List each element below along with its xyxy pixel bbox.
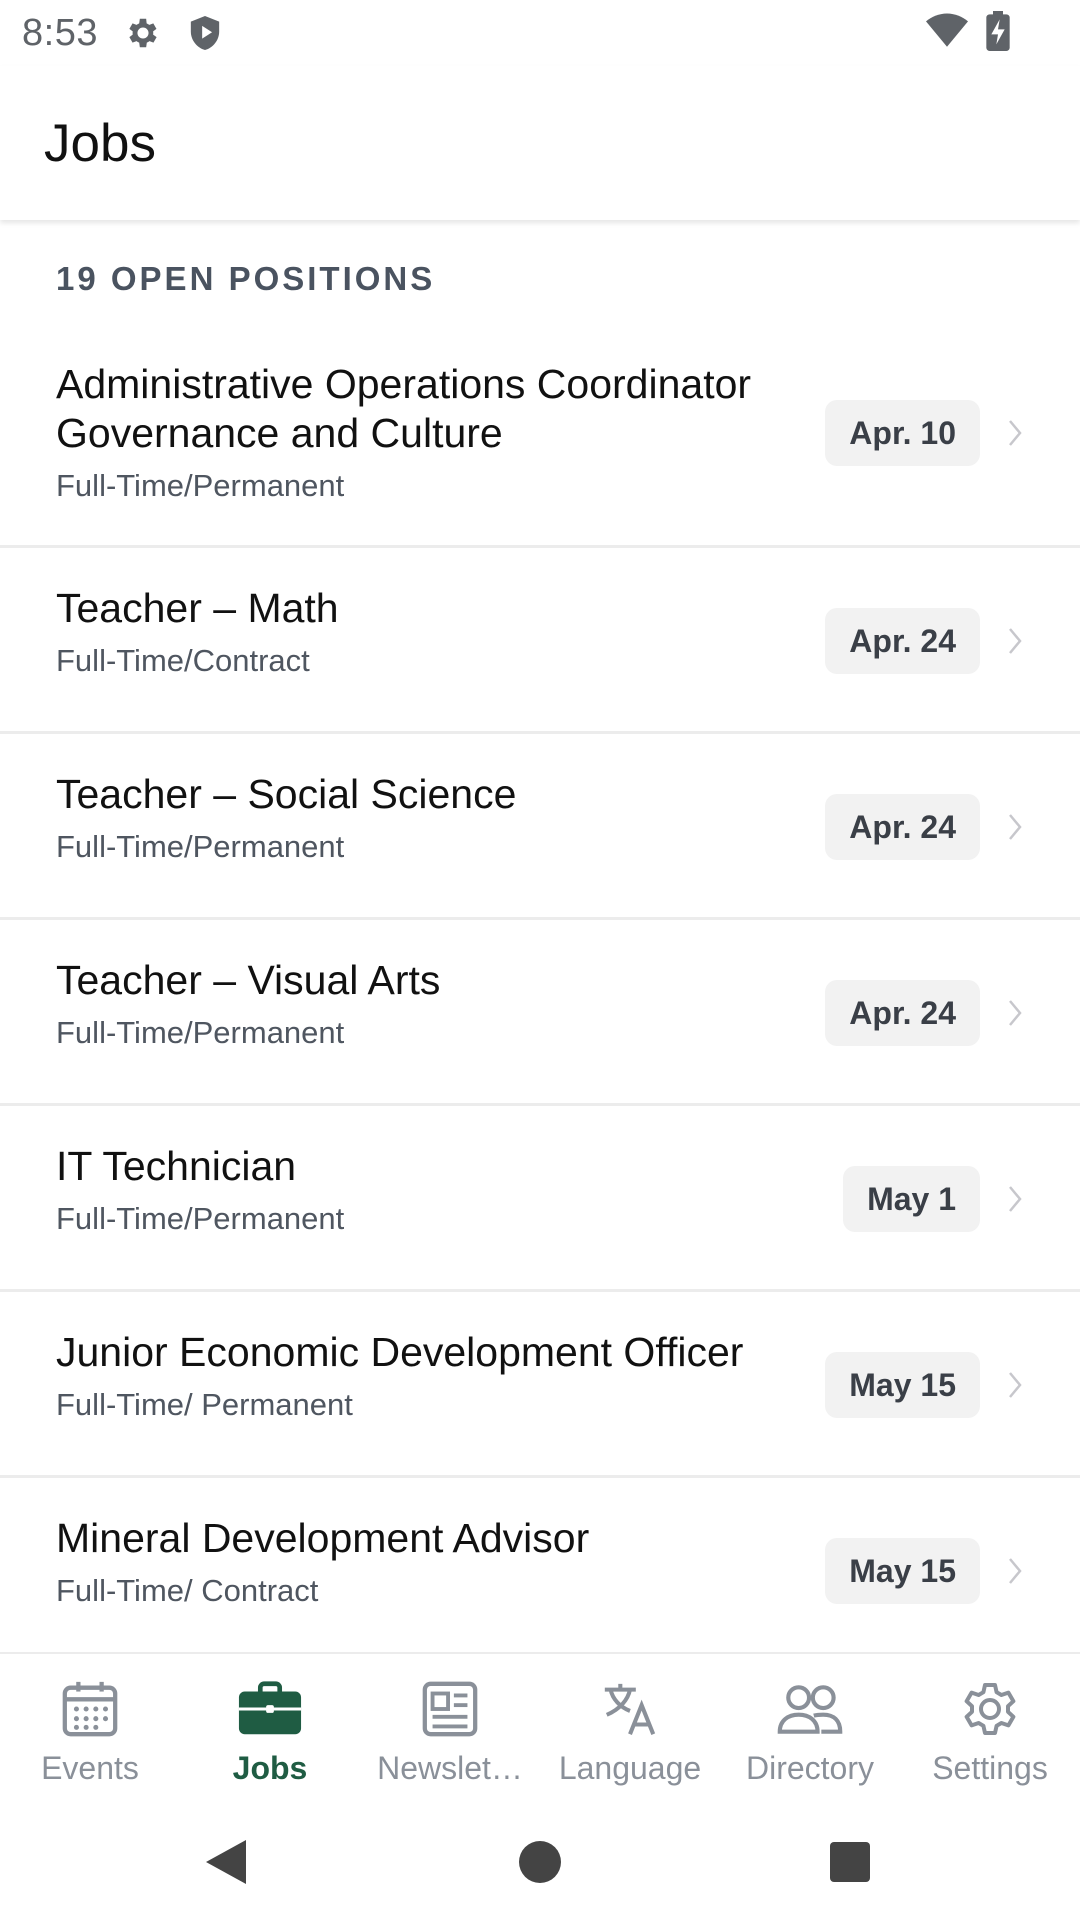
- date-badge: May 15: [825, 1352, 980, 1418]
- home-icon[interactable]: [510, 1832, 570, 1892]
- nav-item-newsletter[interactable]: Newslet…: [360, 1654, 540, 1802]
- job-type: Full-Time/Permanent: [56, 1015, 345, 1050]
- chevron-right-icon: [1002, 807, 1028, 847]
- date-badge: Apr. 24: [825, 980, 980, 1046]
- system-nav-bar: [0, 1802, 1080, 1920]
- job-type: Full-Time/Contract: [56, 643, 310, 678]
- job-row[interactable]: Teacher – Social Science Full-Time/Perma…: [0, 734, 1080, 920]
- chevron-right-icon: [1002, 993, 1028, 1033]
- status-time: 8:53: [22, 11, 98, 54]
- job-row[interactable]: Administrative Operations Coordinator Go…: [0, 324, 1080, 548]
- job-title: Junior Economic Development Officer: [56, 1329, 744, 1375]
- status-bar: 8:53: [0, 0, 1080, 66]
- nav-label: Events: [41, 1750, 139, 1786]
- job-title: Administrative Operations Coordinator Go…: [56, 361, 752, 456]
- bottom-nav: Events Jobs Newslet… Language Directory …: [0, 1652, 1080, 1802]
- chevron-right-icon: [1002, 413, 1028, 453]
- job-row[interactable]: Teacher – Math Full-Time/Contract Apr. 2…: [0, 548, 1080, 734]
- job-title: Teacher – Math: [56, 585, 339, 631]
- newspaper-icon: [410, 1676, 490, 1742]
- chevron-right-icon: [1002, 621, 1028, 661]
- back-icon[interactable]: [196, 1832, 256, 1892]
- briefcase-icon: [230, 1676, 310, 1742]
- chevron-right-icon: [1002, 1551, 1028, 1591]
- chevron-right-icon: [1002, 1179, 1028, 1219]
- date-badge: May 15: [825, 1538, 980, 1604]
- nav-item-directory[interactable]: Directory: [720, 1654, 900, 1802]
- jobs-list[interactable]: 19 OPEN POSITIONS Administrative Operati…: [0, 220, 1080, 1652]
- nav-item-settings[interactable]: Settings: [900, 1654, 1080, 1802]
- nav-label: Settings: [932, 1750, 1048, 1786]
- date-badge: Apr. 10: [825, 400, 980, 466]
- date-badge: Apr. 24: [825, 608, 980, 674]
- chevron-right-icon: [1002, 1365, 1028, 1405]
- nav-item-events[interactable]: Events: [0, 1654, 180, 1802]
- translate-icon: [590, 1676, 670, 1742]
- nav-label: Newslet…: [377, 1750, 523, 1786]
- nav-item-language[interactable]: Language: [540, 1654, 720, 1802]
- recents-icon[interactable]: [820, 1832, 880, 1892]
- job-title: Teacher – Social Science: [56, 771, 517, 817]
- job-row[interactable]: Teacher – Visual Arts Full-Time/Permanen…: [0, 920, 1080, 1106]
- job-type: Full-Time/Permanent: [56, 829, 345, 864]
- nav-label: Language: [558, 1750, 702, 1786]
- people-icon: [770, 1676, 850, 1742]
- job-title: IT Technician: [56, 1143, 297, 1189]
- nav-label: Directory: [745, 1750, 874, 1786]
- job-title: Mineral Development Advisor: [56, 1515, 590, 1561]
- job-type: Full-Time/Permanent: [56, 468, 345, 503]
- date-badge: May 1: [843, 1166, 980, 1232]
- job-row[interactable]: IT Technician Full-Time/Permanent May 1: [0, 1106, 1080, 1292]
- job-type: Full-Time/ Contract: [56, 1573, 319, 1608]
- job-type: Full-Time/ Permanent: [56, 1387, 353, 1422]
- job-row[interactable]: Mineral Development Advisor Full-Time/ C…: [0, 1478, 1080, 1652]
- job-row[interactable]: Junior Economic Development Officer Full…: [0, 1292, 1080, 1478]
- shield-icon: [188, 14, 222, 52]
- page-title: Jobs: [44, 113, 156, 173]
- calendar-icon: [50, 1676, 130, 1742]
- gear-icon: [950, 1676, 1030, 1742]
- nav-item-jobs[interactable]: Jobs: [180, 1654, 360, 1802]
- nav-label: Jobs: [232, 1750, 308, 1786]
- job-title: Teacher – Visual Arts: [56, 957, 441, 1003]
- section-header: 19 OPEN POSITIONS: [56, 260, 436, 297]
- job-type: Full-Time/Permanent: [56, 1201, 345, 1236]
- wifi-icon: [926, 13, 968, 54]
- battery-charging-icon: [986, 10, 1010, 56]
- gear-icon: [124, 14, 162, 52]
- date-badge: Apr. 24: [825, 794, 980, 860]
- app-header: Jobs: [0, 66, 1080, 220]
